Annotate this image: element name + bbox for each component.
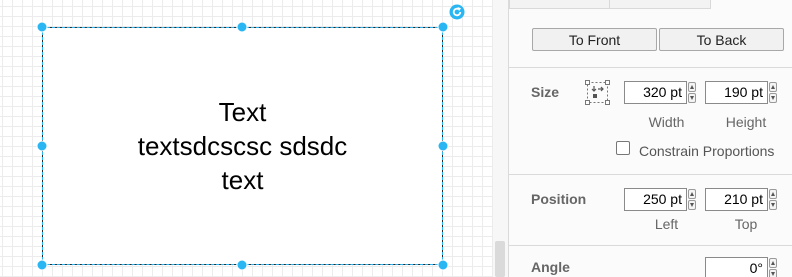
left-input[interactable]: 250 pt — [624, 188, 687, 211]
diagram-canvas[interactable]: Text textsdcscsc sdsdc text — [0, 0, 493, 277]
shape-text-line-2: textsdcscsc sdsdc — [137, 131, 348, 161]
canvas-scrollbar-thumb[interactable] — [495, 241, 505, 277]
canvas-scrollbar-track[interactable] — [493, 0, 508, 277]
resize-handle-top-left[interactable] — [36, 21, 48, 33]
panel-tab-1[interactable] — [509, 0, 610, 9]
constrain-proportions-checkbox[interactable] — [616, 141, 630, 155]
height-spinner[interactable] — [768, 81, 778, 104]
resize-handle-top[interactable] — [236, 21, 248, 33]
section-divider — [509, 67, 792, 68]
angle-section-title: Angle — [531, 259, 570, 275]
left-spinner[interactable] — [687, 188, 697, 211]
section-divider — [509, 245, 792, 246]
panel-tabs — [509, 0, 792, 10]
top-decrement-icon[interactable] — [769, 200, 777, 210]
angle-spinner[interactable] — [768, 257, 778, 277]
height-input[interactable]: 190 pt — [705, 81, 768, 104]
height-increment-icon[interactable] — [769, 82, 777, 92]
size-section-title: Size — [531, 84, 560, 100]
constrain-proportions-label[interactable]: Constrain Proportions — [639, 143, 774, 159]
shape-text-line-1: Text — [218, 97, 267, 127]
width-label: Width — [648, 114, 685, 130]
width-increment-icon[interactable] — [688, 82, 696, 92]
autosize-icon[interactable] — [585, 80, 610, 105]
angle-increment-icon[interactable] — [769, 258, 777, 268]
resize-handle-left[interactable] — [36, 140, 48, 152]
selected-rectangle-shape[interactable]: Text textsdcscsc sdsdc text — [42, 27, 443, 265]
height-label: Height — [725, 114, 767, 130]
position-section-title: Position — [531, 191, 587, 207]
to-front-button[interactable]: To Front — [532, 28, 657, 51]
top-increment-icon[interactable] — [769, 189, 777, 199]
resize-handle-top-right[interactable] — [437, 21, 449, 33]
angle-decrement-icon[interactable] — [769, 269, 777, 277]
angle-input[interactable]: 0° — [705, 257, 768, 277]
to-back-button[interactable]: To Back — [659, 28, 784, 51]
format-panel: To Front To Back Size 320 pt 190 pt Widt… — [508, 0, 792, 277]
shape-text-line-3: text — [221, 165, 264, 195]
top-input[interactable]: 210 pt — [705, 188, 768, 211]
width-input[interactable]: 320 pt — [624, 81, 687, 104]
left-decrement-icon[interactable] — [688, 200, 696, 210]
resize-handle-right[interactable] — [437, 140, 449, 152]
left-label: Left — [654, 216, 679, 232]
width-decrement-icon[interactable] — [688, 93, 696, 103]
resize-handle-bottom[interactable] — [236, 259, 248, 271]
left-increment-icon[interactable] — [688, 189, 696, 199]
resize-handle-bottom-left[interactable] — [36, 259, 48, 271]
panel-tab-2[interactable] — [609, 0, 711, 9]
height-decrement-icon[interactable] — [769, 93, 777, 103]
rotate-handle-icon[interactable] — [449, 4, 465, 20]
top-label: Top — [734, 216, 758, 232]
section-divider — [509, 174, 792, 175]
resize-handle-bottom-right[interactable] — [437, 259, 449, 271]
top-spinner[interactable] — [768, 188, 778, 211]
width-spinner[interactable] — [687, 81, 697, 104]
